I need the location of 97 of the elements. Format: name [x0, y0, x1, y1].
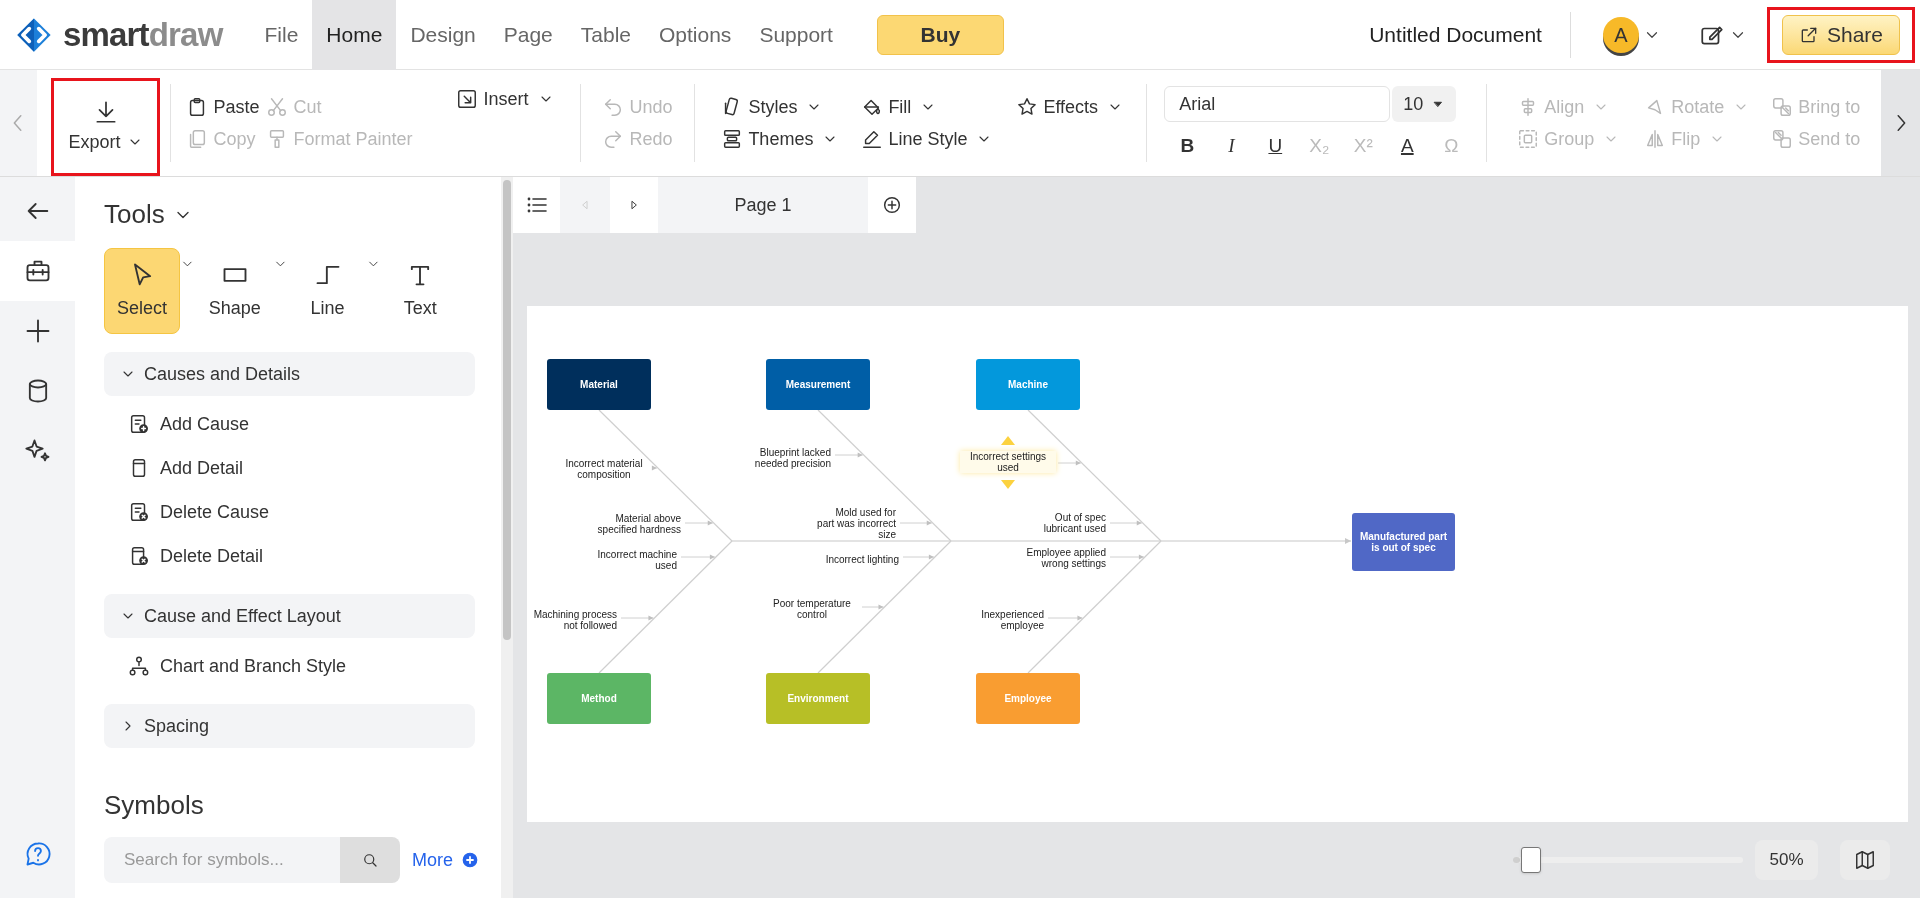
menu-tab[interactable]: Options	[645, 0, 746, 70]
category-label: Measurement	[785, 378, 851, 392]
cause-label: Mold used for part was incorrect size	[816, 507, 896, 540]
plus-circle-icon	[881, 194, 903, 216]
category-label: Method	[581, 692, 617, 706]
toolbar-menu-button[interactable]: Themes	[721, 124, 862, 154]
toolbar-menu-button[interactable]: Effects	[1016, 92, 1137, 122]
section-header[interactable]: Cause and Effect Layout	[104, 594, 475, 638]
list-plus-icon	[128, 413, 150, 435]
effect-label: Manufactured part is out of spec	[1358, 531, 1449, 553]
plus-circle-icon	[461, 851, 479, 869]
bring-forward-icon	[1771, 96, 1794, 118]
tool-button[interactable]: Shape	[196, 248, 273, 334]
cause-arrow	[1057, 460, 1082, 466]
cause-arrow	[899, 520, 933, 526]
format-button[interactable]: I	[1216, 132, 1247, 160]
format-button[interactable]: B	[1172, 132, 1203, 160]
cause-arrow	[834, 452, 864, 458]
menu-tab[interactable]: Home	[312, 0, 397, 70]
tool-button[interactable]: Line	[289, 248, 366, 334]
category-label: Machine	[1008, 378, 1048, 392]
panel-item[interactable]: Delete Cause	[104, 490, 270, 534]
insert-menu-button[interactable]: Insert	[456, 84, 554, 114]
send-backward-icon	[1771, 128, 1794, 150]
search-icon	[361, 851, 379, 869]
toolbar-menu-button[interactable]: Fill	[861, 92, 1017, 122]
font-size-dropdown[interactable]: 10	[1392, 86, 1457, 122]
panel-item[interactable]: Delete Detail	[104, 534, 264, 578]
tool-button[interactable]: Text	[382, 248, 459, 334]
scrollbar[interactable]	[501, 177, 513, 898]
page-list-button[interactable]	[513, 177, 560, 233]
symbols-heading: Symbols	[104, 789, 205, 822]
section-header[interactable]: Spacing	[104, 704, 475, 748]
category-label: Employee	[1004, 692, 1052, 706]
slider-thumb[interactable]	[1521, 847, 1542, 873]
star-icon	[1016, 96, 1039, 118]
hierarchy-icon	[128, 655, 150, 677]
menu-tab[interactable]: Table	[566, 0, 645, 70]
map-button[interactable]	[1840, 840, 1890, 880]
cause-label: Out of spec lubricant used	[1042, 512, 1106, 534]
font-field[interactable]: Arial	[1164, 86, 1391, 122]
pencil-icon	[861, 128, 884, 150]
add-page-button[interactable]	[868, 177, 916, 233]
cause-arrow	[684, 520, 714, 526]
cause-label: Incorrect lighting	[824, 554, 899, 565]
cause-arrow	[902, 554, 935, 560]
share-button[interactable]: Share	[1781, 14, 1900, 55]
cause-label: Material above specified hardness	[596, 513, 681, 535]
toolbar-button[interactable]: Paste	[186, 92, 267, 122]
category-label: Material	[580, 378, 618, 392]
logo-text: smartdraw	[63, 18, 223, 51]
cause-label: Incorrect settings used	[960, 451, 1056, 473]
cause-arrow	[1109, 520, 1143, 526]
cause-label: Inexperienced employee	[980, 609, 1044, 631]
cause-label: Incorrect material composition	[564, 458, 644, 480]
tools-heading[interactable]: Tools	[104, 195, 193, 234]
more-link[interactable]: More	[412, 846, 479, 874]
symbol-search-field[interactable]: Search for symbols...	[104, 837, 340, 883]
tool-button[interactable]: Select	[104, 248, 180, 334]
format-button[interactable]: U	[1260, 132, 1291, 160]
cause-arrow	[861, 604, 884, 610]
category-label: Environment	[787, 692, 849, 706]
list-remove-icon	[128, 501, 150, 523]
cause-arrow	[1109, 554, 1145, 560]
rail-button[interactable]	[0, 241, 75, 301]
section-header[interactable]: Causes and Details	[104, 352, 475, 396]
menu-tab[interactable]: Design	[396, 0, 490, 70]
toolbar-menu-button[interactable]: Styles	[721, 92, 862, 122]
map-icon	[1854, 849, 1876, 871]
cause-arrow	[1047, 615, 1083, 621]
cause-arrow	[680, 554, 716, 560]
cause-label: Incorrect machine used	[596, 549, 677, 571]
menu-tab[interactable]: Page	[489, 0, 567, 70]
panel-item[interactable]: Chart and Branch Style	[104, 644, 347, 688]
format-button[interactable]: A	[1392, 132, 1423, 160]
cause-label: Machining process not followed	[532, 609, 617, 631]
scissors-icon	[266, 96, 289, 118]
page-tab[interactable]: Page 1	[658, 177, 868, 233]
toolbar-menu-button[interactable]: Line Style	[861, 124, 1017, 154]
export-button[interactable]: Export	[50, 78, 161, 176]
buy-button[interactable]: Buy	[876, 14, 1004, 55]
cause-label: Blueprint lacked needed precision	[753, 447, 831, 469]
avatar[interactable]: A	[1602, 16, 1639, 53]
document-title[interactable]: Untitled Document	[1369, 18, 1542, 51]
cause-label: Poor temperature control	[772, 598, 852, 620]
resize-handle[interactable]	[1001, 436, 1015, 445]
insert-icon	[456, 88, 479, 110]
cause-label: Employee applied wrong settings	[1025, 547, 1106, 569]
zoom-percentage[interactable]: 50%	[1755, 840, 1818, 880]
menu-tab[interactable]: File	[250, 0, 313, 70]
menu-tab[interactable]: Support	[745, 0, 847, 70]
resize-handle[interactable]	[1001, 480, 1015, 489]
panel-item[interactable]: Add Cause	[104, 402, 250, 446]
group-icon	[1517, 128, 1540, 150]
panel-item[interactable]: Add Detail	[104, 446, 244, 490]
cause-arrow	[651, 465, 658, 471]
cause-arrow	[620, 615, 654, 621]
